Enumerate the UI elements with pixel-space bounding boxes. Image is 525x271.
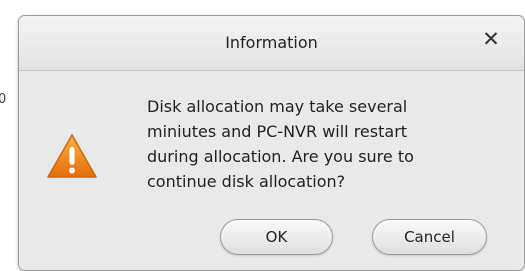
dialog-body: Disk allocation may take several miniute… bbox=[19, 71, 524, 270]
information-dialog: Information ✕ Disk allocation may take s… bbox=[18, 15, 525, 271]
ok-button[interactable]: OK bbox=[220, 219, 333, 255]
dialog-message: Disk allocation may take several miniute… bbox=[147, 97, 414, 191]
dialog-title: Information bbox=[225, 33, 318, 52]
warning-icon bbox=[47, 134, 97, 178]
background-edge-text: 0 bbox=[0, 92, 7, 107]
close-icon[interactable]: ✕ bbox=[480, 28, 502, 50]
dialog-title-bar: Information ✕ bbox=[19, 16, 524, 71]
cancel-button[interactable]: Cancel bbox=[372, 219, 487, 255]
